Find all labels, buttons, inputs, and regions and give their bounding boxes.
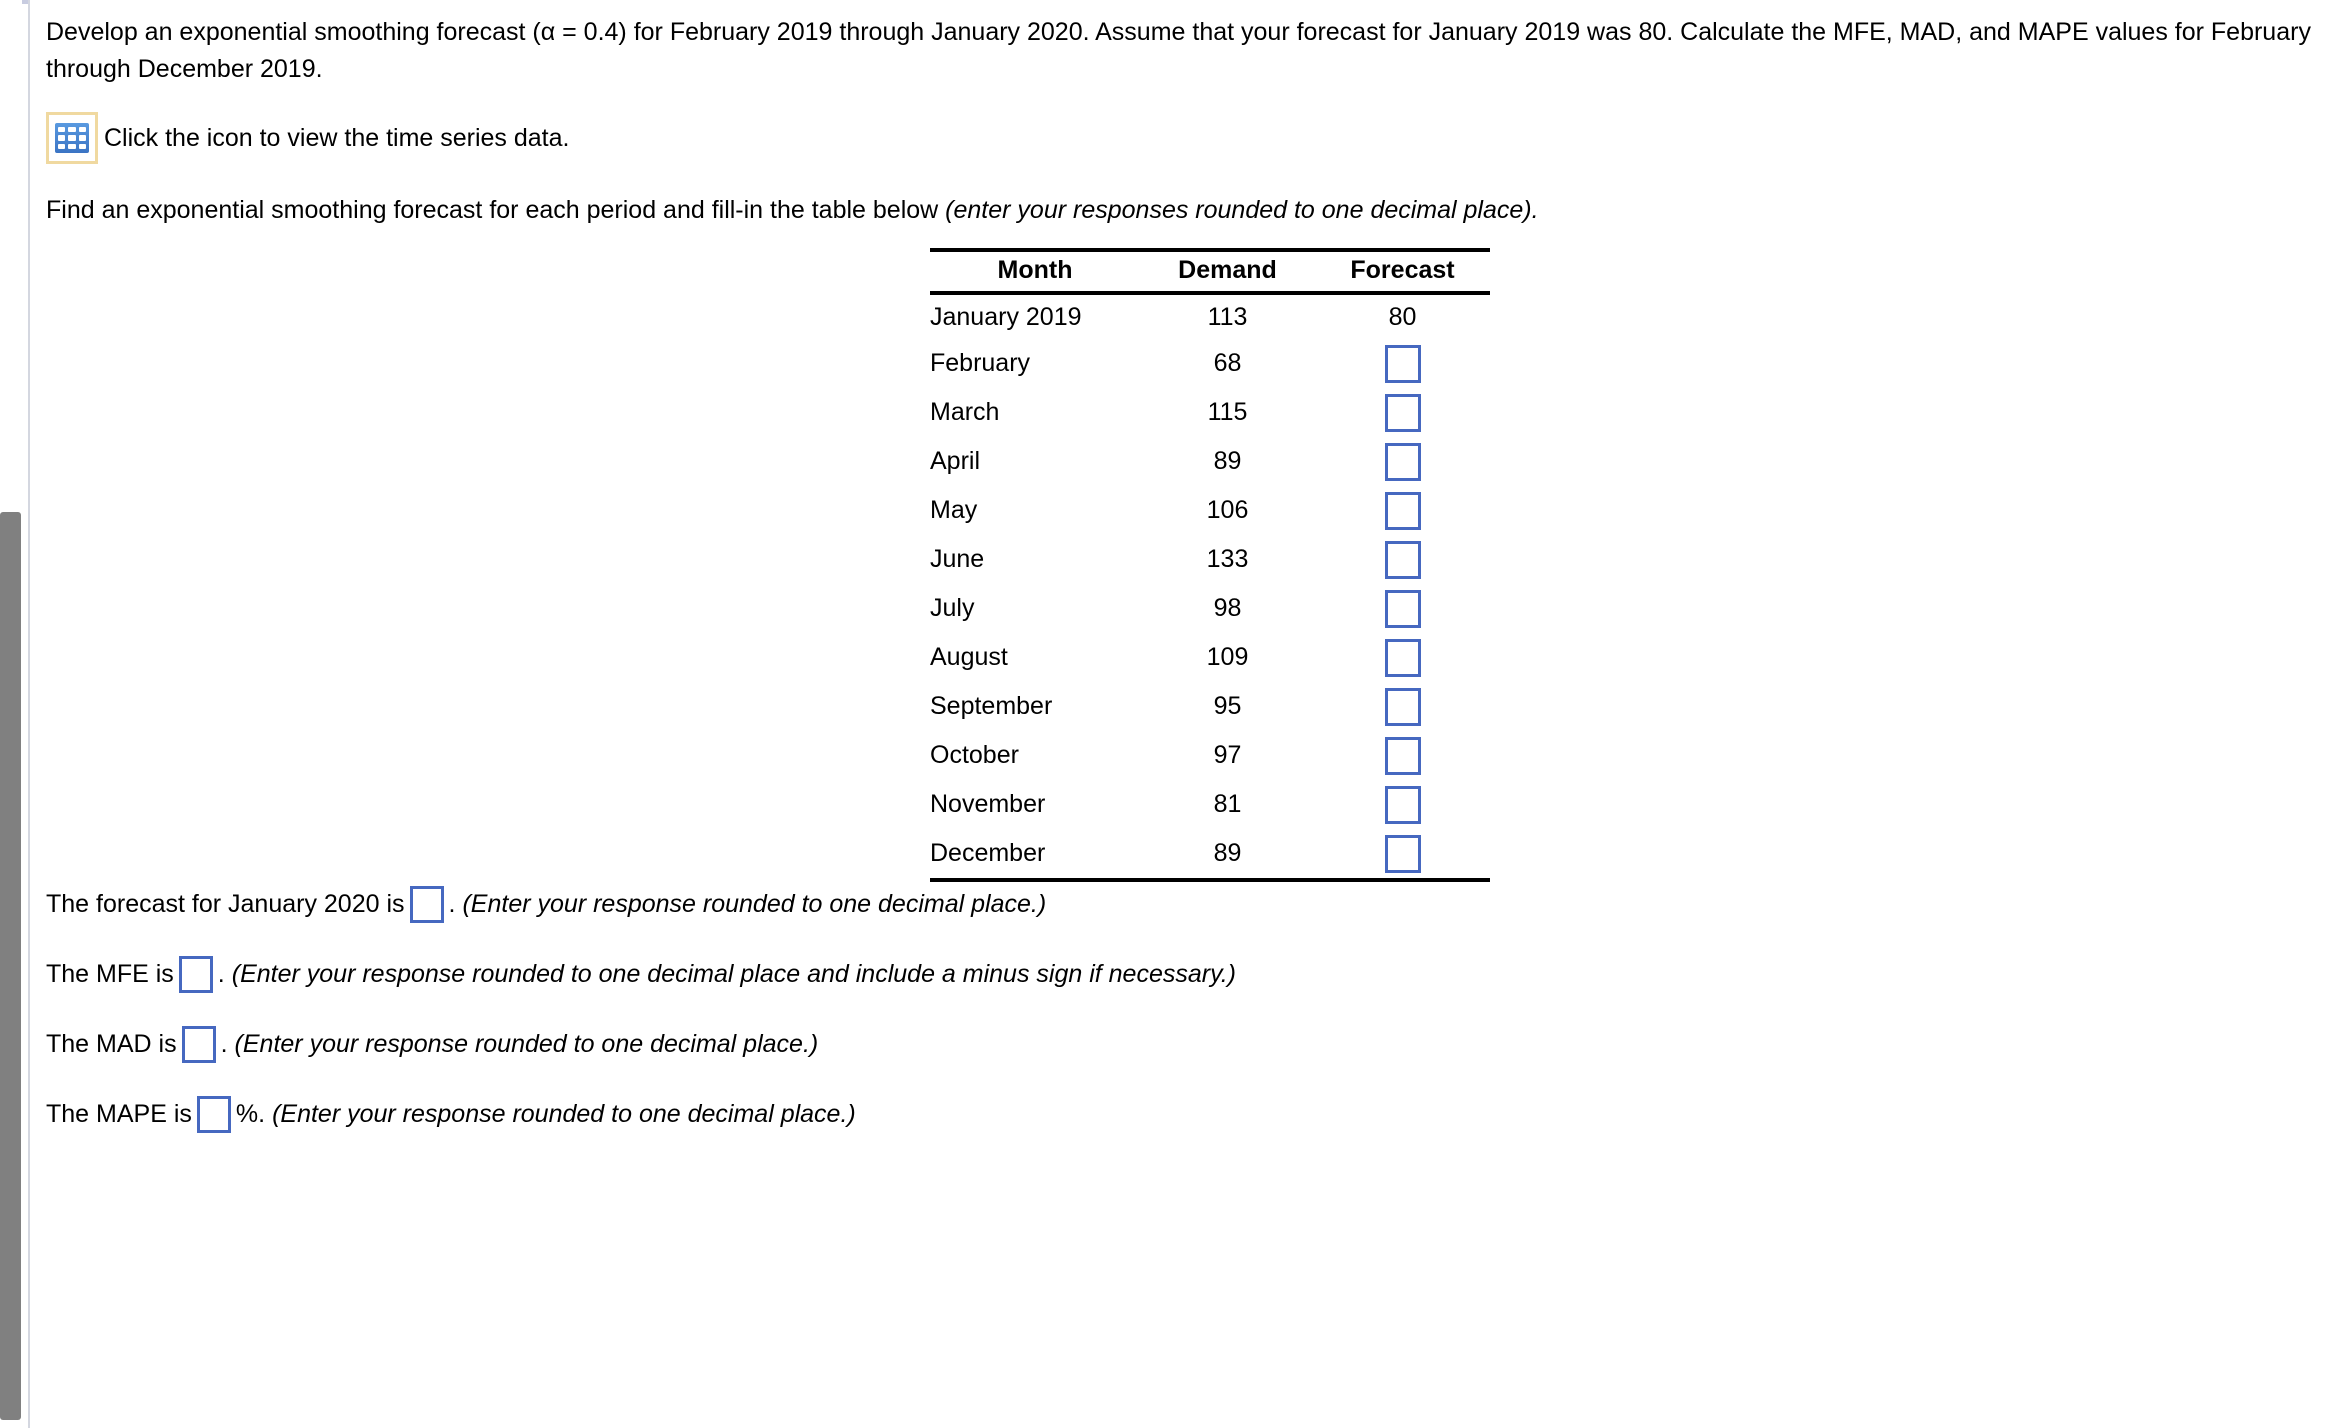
table-row: December 89 — [930, 829, 1490, 880]
forecast-input-august[interactable] — [1384, 638, 1421, 677]
cell-month: May — [930, 496, 978, 524]
forecast-input-june[interactable] — [1384, 540, 1421, 579]
cell-demand: 115 — [1207, 398, 1248, 426]
cell-demand: 95 — [1213, 692, 1242, 720]
answer-line-mfe: The MFE is. (Enter your response rounded … — [46, 956, 1236, 993]
cell-month: August — [930, 643, 1008, 671]
answer-line-forecast-january-2020: The forecast for January 2020 is. (Enter … — [46, 886, 1046, 923]
cell-forecast[interactable] — [1315, 437, 1490, 486]
answer-hint-forecast-january-2020: (Enter your response rounded to one deci… — [462, 890, 1047, 918]
table-row: September 95 — [930, 682, 1490, 731]
spreadsheet-grid-icon[interactable] — [46, 112, 98, 164]
answer-input-mad[interactable] — [181, 1026, 216, 1063]
vertical-scrollbar[interactable] — [0, 0, 22, 1428]
table-row: January 2019 113 80 — [930, 293, 1490, 339]
answer-input-mfe[interactable] — [178, 956, 213, 993]
table-row: July 98 — [930, 584, 1490, 633]
answer-hint-mape: (Enter your response rounded to one deci… — [272, 1100, 856, 1128]
answer-suffix-mape: %. — [235, 1100, 266, 1128]
table-row: June 133 — [930, 535, 1490, 584]
cell-forecast[interactable] — [1315, 339, 1490, 388]
column-header-month: Month — [997, 256, 1073, 284]
cell-month: February — [930, 349, 1031, 377]
forecast-input-october[interactable] — [1384, 736, 1421, 775]
answer-line-mape: The MAPE is%. (Enter your response rounde… — [46, 1096, 856, 1133]
cell-forecast[interactable] — [1315, 731, 1490, 780]
forecast-input-september[interactable] — [1384, 687, 1421, 726]
answer-hint-mfe: (Enter your response rounded to one deci… — [231, 960, 1237, 988]
cell-forecast[interactable] — [1315, 829, 1490, 880]
cell-month: November — [930, 790, 1046, 818]
fill-in-instruction-plain: Find an exponential smoothing forecast f… — [46, 196, 946, 224]
column-header-demand: Demand — [1178, 256, 1277, 284]
table-row: April 89 — [930, 437, 1490, 486]
table-row: February 68 — [930, 339, 1490, 388]
forecast-table-head: Month Demand Forecast — [930, 250, 1490, 293]
cell-month: April — [930, 447, 981, 475]
table-row: October 97 — [930, 731, 1490, 780]
problem-statement: Develop an exponential smoothing forecas… — [46, 18, 2311, 83]
answer-label-mape: The MAPE is — [46, 1100, 192, 1128]
answer-suffix-mfe: . — [217, 960, 225, 988]
answer-label-mad: The MAD is — [46, 1030, 177, 1058]
cell-forecast[interactable] — [1315, 584, 1490, 633]
cell-forecast[interactable] — [1315, 535, 1490, 584]
cell-forecast[interactable] — [1315, 682, 1490, 731]
forecast-input-march[interactable] — [1384, 393, 1421, 432]
fill-in-instruction-italic: (enter your responses rounded to one dec… — [945, 196, 1539, 224]
cell-forecast[interactable] — [1315, 780, 1490, 829]
fill-in-instruction: Find an exponential smoothing forecast f… — [46, 192, 1539, 229]
scrollbar-thumb[interactable] — [0, 512, 21, 1420]
cell-forecast: 80 — [1388, 302, 1417, 331]
grid-icon-glyph — [55, 123, 89, 153]
answer-label-forecast-january-2020: The forecast for January 2020 is — [46, 890, 405, 918]
answer-suffix-mad: . — [220, 1030, 228, 1058]
table-header-row: Month Demand Forecast — [930, 250, 1490, 293]
cell-demand: 133 — [1206, 545, 1249, 573]
forecast-table-body: January 2019 113 80 February 68 March 115 April… — [930, 293, 1490, 880]
column-header-forecast: Forecast — [1350, 256, 1455, 284]
answer-line-mad: The MAD is. (Enter your response rounded … — [46, 1026, 818, 1063]
table-row: May 106 — [930, 486, 1490, 535]
cell-month: June — [930, 545, 985, 573]
cell-month: July — [930, 594, 975, 622]
forecast-table-wrapper: Month Demand Forecast January 2019 113 80 F… — [930, 248, 1490, 882]
view-data-icon-line[interactable]: Click the icon to view the time series d… — [46, 112, 569, 164]
answer-label-mfe: The MFE is — [46, 960, 174, 988]
forecast-table: Month Demand Forecast January 2019 113 80 F… — [930, 248, 1490, 882]
forecast-input-november[interactable] — [1384, 785, 1421, 824]
cell-forecast[interactable] — [1315, 486, 1490, 535]
cell-forecast[interactable] — [1315, 633, 1490, 682]
cell-month: January 2019 — [930, 302, 1082, 331]
answer-hint-mad: (Enter your response rounded to one deci… — [234, 1030, 819, 1058]
forecast-input-december[interactable] — [1384, 834, 1421, 873]
answer-input-mape[interactable] — [196, 1096, 231, 1133]
cell-demand: 98 — [1213, 594, 1242, 622]
cell-demand: 106 — [1206, 496, 1249, 524]
table-row: August 109 — [930, 633, 1490, 682]
cell-demand: 97 — [1213, 741, 1242, 769]
problem-content: Develop an exponential smoothing forecas… — [30, 0, 2347, 1428]
table-row: November 81 — [930, 780, 1490, 829]
cell-month: December — [930, 839, 1046, 867]
forecast-input-july[interactable] — [1384, 589, 1421, 628]
cell-demand: 89 — [1213, 839, 1242, 867]
view-data-label: Click the icon to view the time series d… — [104, 124, 570, 152]
cell-demand: 68 — [1213, 349, 1242, 377]
forecast-input-may[interactable] — [1384, 491, 1421, 530]
forecast-input-april[interactable] — [1384, 442, 1421, 481]
cell-demand: 89 — [1213, 447, 1242, 475]
cell-demand: 81 — [1213, 790, 1242, 818]
answer-suffix-forecast-january-2020: . — [448, 890, 456, 918]
cell-demand: 109 — [1206, 643, 1249, 671]
table-row: March 115 — [930, 388, 1490, 437]
cell-forecast[interactable] — [1315, 388, 1490, 437]
cell-month: March — [930, 398, 1000, 426]
cell-month: September — [930, 692, 1053, 720]
answer-input-forecast-january-2020[interactable] — [409, 886, 444, 923]
cell-month: October — [930, 741, 1019, 769]
cell-demand: 113 — [1207, 302, 1248, 331]
forecast-input-february[interactable] — [1384, 344, 1421, 383]
